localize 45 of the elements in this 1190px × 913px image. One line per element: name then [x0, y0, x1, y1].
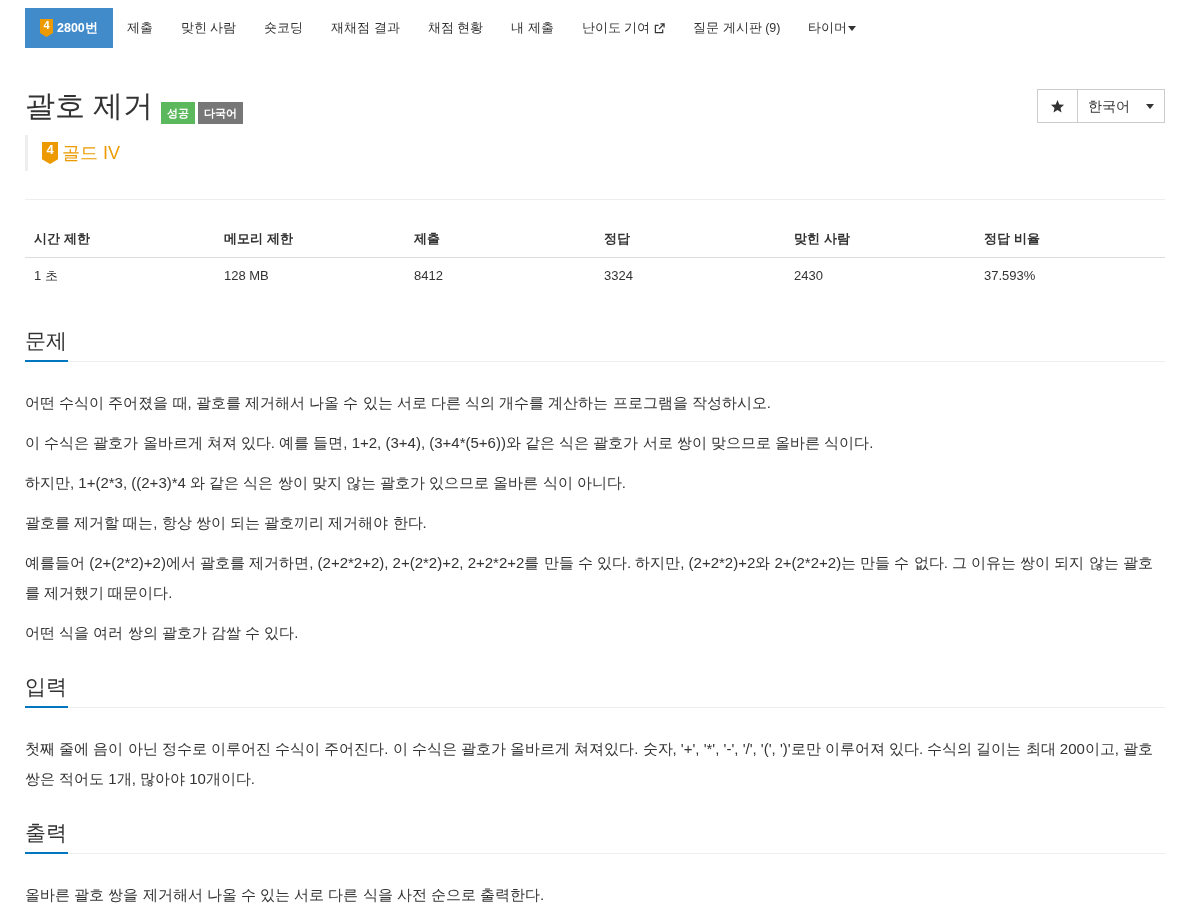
external-link-icon — [654, 22, 666, 34]
tier-name: 골드 IV — [62, 142, 120, 165]
nav-tab[interactable]: 타이머 — [794, 8, 871, 48]
caret-icon — [848, 25, 857, 31]
nav-tab[interactable]: 채점 현황 — [413, 8, 498, 48]
paragraph: 예를들어 (2+(2*2)+2)에서 괄호를 제거하면, (2+2*2+2), 2+(2*2)+2, 2+2*2+2를 만들 수 있다. 하지만, (2+2*2)+2와 2+(2*2+2)는 만들 수 없다. 그 이유는 쌍이 되지 않는 괄호를 제거했기 때문이다. — [25, 553, 1154, 603]
table-cell: 3324 — [594, 257, 785, 293]
paragraph: 첫째 줄에 음이 아닌 정수로 이루어진 수식이 주어진다. 이 수식은 괄호가 올바르게 쳐져있다. 숫자, '+', '*', '-', '/', '(', ')'로만 이루어져 있다. 수식의 길이는 최대 200이고, 괄호 쌍은 적어도 1개, 많아야 10개이다. — [25, 739, 1155, 789]
table-cell: 1 초 — [25, 257, 215, 293]
paragraph: 올바른 괄호 쌍을 제거해서 나올 수 있는 서로 다른 식을 사전 순으로 출력한다. — [25, 885, 546, 905]
nav-tab[interactable]: 4 2800번 — [25, 8, 113, 48]
section-title: 출력 — [25, 820, 68, 854]
column-header: 맞힌 사람 — [784, 221, 975, 257]
column-header: 정답 비율 — [974, 221, 1165, 257]
column-header: 시간 제한 — [25, 221, 215, 257]
star-icon — [1050, 98, 1065, 114]
paragraph: 괄호를 제거할 때는, 항상 쌍이 되는 괄호끼리 제거해야 한다. — [25, 513, 428, 533]
section-title: 문제 — [25, 328, 68, 362]
tier-badge: 4 — [40, 19, 53, 37]
table-cell: 128 MB — [215, 257, 405, 293]
paragraph: 어떤 식을 여러 쌍의 괄호가 감쌀 수 있다. — [25, 623, 300, 643]
column-header: 제출 — [404, 221, 595, 257]
favorite-button[interactable] — [1037, 89, 1077, 123]
nav-tab[interactable]: 숏코딩 — [250, 8, 318, 48]
nav-tab[interactable]: 질문 게시판 (9) — [679, 8, 795, 48]
nav-tab[interactable]: 난이도 기여 — [567, 8, 680, 48]
problem-tag: 다국어 — [198, 102, 244, 124]
nav-tab[interactable]: 내 제출 — [497, 8, 568, 48]
table-cell: 8412 — [404, 257, 595, 293]
column-header: 정답 — [594, 221, 785, 257]
table-cell: 2430 — [784, 257, 975, 293]
tier-badge: 4 — [42, 142, 58, 164]
problem-title: 괄호 제거 — [25, 88, 154, 124]
section-title: 입력 — [25, 674, 68, 708]
language-dropdown[interactable]: 한국어 — [1077, 89, 1165, 123]
nav-tab[interactable]: 제출 — [112, 8, 167, 48]
caret-icon — [1146, 103, 1154, 109]
paragraph: 어떤 수식이 주어졌을 때, 괄호를 제거해서 나올 수 있는 서로 다른 식의 개수를 계산하는 프로그램을 작성하시오. — [25, 393, 772, 413]
paragraph: 이 수식은 괄호가 올바르게 쳐져 있다. 예를 들면, 1+2, (3+4), (3+4*(5+6))와 같은 식은 괄호가 서로 쌍이 맞으므로 올바른 식이다. — [25, 433, 875, 453]
paragraph: 하지만, 1+(2*3, ((2+3)*4 와 같은 식은 쌍이 맞지 않는 괄호가 있으므로 올바른 식이 아니다. — [25, 473, 627, 493]
column-header: 메모리 제한 — [215, 221, 405, 257]
table-cell: 37.593% — [974, 257, 1165, 293]
nav-tab[interactable]: 맞힌 사람 — [166, 8, 251, 48]
problem-tag: 성공 — [161, 102, 196, 124]
nav-tab[interactable]: 재채점 결과 — [317, 8, 414, 48]
